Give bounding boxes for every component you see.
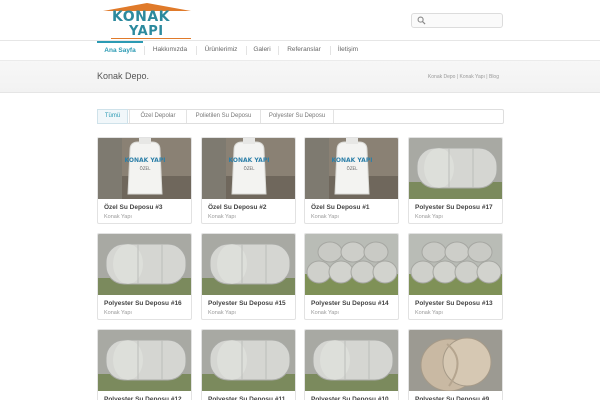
portfolio-card-title[interactable]: Polyester Su Deposu #11 (208, 395, 293, 400)
portfolio-thumbnail[interactable] (202, 234, 295, 295)
portfolio-thumbnail[interactable]: KONAK YAPI ÖZEL (202, 138, 295, 199)
filter-polietilen[interactable]: Polietilen Su Deposu (187, 110, 260, 123)
logo-underline (111, 38, 191, 39)
search-box[interactable] (411, 13, 503, 28)
filter-ozel-depolar[interactable]: Özel Depolar (130, 110, 186, 123)
filter-tumu[interactable]: Tümü (97, 109, 128, 124)
logo-text-line1: KONAK (112, 9, 171, 25)
portfolio-card-title[interactable]: Polyester Su Deposu #13 (415, 299, 500, 308)
portfolio-card[interactable]: Polyester Su Deposu #9Konak Yapı (408, 329, 503, 400)
portfolio-card-author: Konak Yapı (311, 310, 339, 316)
main-nav: Ana Sayfa Hakkımızda Ürünlerimiz Galeri … (0, 41, 600, 60)
portfolio-card-title[interactable]: Polyester Su Deposu #14 (311, 299, 396, 308)
portfolio-card[interactable]: KONAK YAPI ÖZEL Özel Su Deposu #2 Konak Yap… (201, 137, 296, 224)
filter-divider (333, 110, 334, 123)
portfolio-card[interactable]: Polyester Su Deposu #11Konak Yapı (201, 329, 296, 400)
portfolio-filter-bar: Tümü Özel Depolar Polietilen Su Deposu P… (97, 109, 504, 124)
svg-text:KONAK YAPI: KONAK YAPI (125, 157, 166, 164)
site-logo[interactable]: KONAK YAPI (103, 3, 191, 39)
svg-text:ÖZEL: ÖZEL (140, 166, 151, 171)
portfolio-card-author: Konak Yapı (415, 214, 443, 220)
portfolio-thumbnail[interactable] (98, 330, 191, 391)
breadcrumb[interactable]: Konak Depo | Konak Yapı | Blog (428, 74, 499, 80)
portfolio-card-author: Konak Yapı (104, 214, 132, 220)
portfolio-card-author: Konak Yapı (311, 214, 339, 220)
search-icon (417, 16, 426, 25)
portfolio-card[interactable]: Polyester Su Deposu #14 Konak Yapı (304, 233, 399, 320)
nav-item-urunlerimiz[interactable]: Ürünlerimiz (197, 41, 245, 60)
portfolio-card-title[interactable]: Özel Su Deposu #1 (311, 203, 396, 212)
portfolio-card-title[interactable]: Özel Su Deposu #2 (208, 203, 293, 212)
svg-text:ÖZEL: ÖZEL (347, 166, 358, 171)
portfolio-card[interactable]: Polyester Su Deposu #12Konak Yapı (97, 329, 192, 400)
logo-text-line2: YAPI (129, 24, 164, 39)
portfolio-card[interactable]: KONAK YAPI ÖZEL Özel Su Deposu #1 Konak Yap… (304, 137, 399, 224)
portfolio-card-title[interactable]: Polyester Su Deposu #9 (415, 395, 500, 400)
portfolio-card-title[interactable]: Polyester Su Deposu #16 (104, 299, 189, 308)
portfolio-card[interactable]: Polyester Su Deposu #15 Konak Yapı (201, 233, 296, 320)
filter-polyester[interactable]: Polyester Su Deposu (261, 110, 333, 123)
site-header: KONAK YAPI (0, 0, 600, 41)
portfolio-thumbnail[interactable] (305, 330, 398, 391)
portfolio-card-author: Konak Yapı (415, 310, 443, 316)
search-input[interactable] (429, 15, 501, 26)
portfolio-card-title[interactable]: Polyester Su Deposu #10 (311, 395, 396, 400)
portfolio-thumbnail[interactable] (409, 234, 502, 295)
nav-item-galeri[interactable]: Galeri (247, 41, 277, 60)
portfolio-card-title[interactable]: Polyester Su Deposu #15 (208, 299, 293, 308)
nav-item-ana-sayfa[interactable]: Ana Sayfa (97, 41, 143, 60)
portfolio-card[interactable]: Polyester Su Deposu #16 Konak Yapı (97, 233, 192, 320)
portfolio-card[interactable]: Polyester Su Deposu #17 Konak Yapı (408, 137, 503, 224)
portfolio-thumbnail[interactable] (305, 234, 398, 295)
portfolio-card-title[interactable]: Polyester Su Deposu #17 (415, 203, 500, 212)
portfolio-card-author: Konak Yapı (208, 310, 236, 316)
portfolio-thumbnail[interactable]: KONAK YAPI ÖZEL (98, 138, 191, 199)
page-title-band: Konak Depo. Konak Depo | Konak Yapı | Bl… (0, 60, 600, 93)
portfolio-thumbnail[interactable] (202, 330, 295, 391)
svg-text:KONAK YAPI: KONAK YAPI (332, 157, 373, 164)
portfolio-card-title[interactable]: Polyester Su Deposu #12 (104, 395, 189, 400)
portfolio-thumbnail[interactable] (98, 234, 191, 295)
portfolio-thumbnail[interactable]: KONAK YAPI ÖZEL (305, 138, 398, 199)
portfolio-card-title[interactable]: Özel Su Deposu #3 (104, 203, 189, 212)
svg-text:ÖZEL: ÖZEL (244, 166, 255, 171)
nav-item-iletisim[interactable]: İletişim (331, 41, 365, 60)
portfolio-card-author: Konak Yapı (208, 214, 236, 220)
portfolio-thumbnail[interactable] (409, 330, 502, 391)
portfolio-card[interactable]: Polyester Su Deposu #10Konak Yapı (304, 329, 399, 400)
nav-item-hakkimizda[interactable]: Hakkımızda (145, 41, 195, 60)
nav-item-referanslar[interactable]: Referanslar (279, 41, 329, 60)
portfolio-thumbnail[interactable] (409, 138, 502, 199)
portfolio-card[interactable]: Polyester Su Deposu #13 Konak Yapı (408, 233, 503, 320)
svg-text:KONAK YAPI: KONAK YAPI (229, 157, 270, 164)
portfolio-card[interactable]: KONAK YAPI ÖZEL Özel Su Deposu #3 Konak Yap… (97, 137, 192, 224)
portfolio-card-author: Konak Yapı (104, 310, 132, 316)
page-title: Konak Depo. (97, 71, 150, 81)
